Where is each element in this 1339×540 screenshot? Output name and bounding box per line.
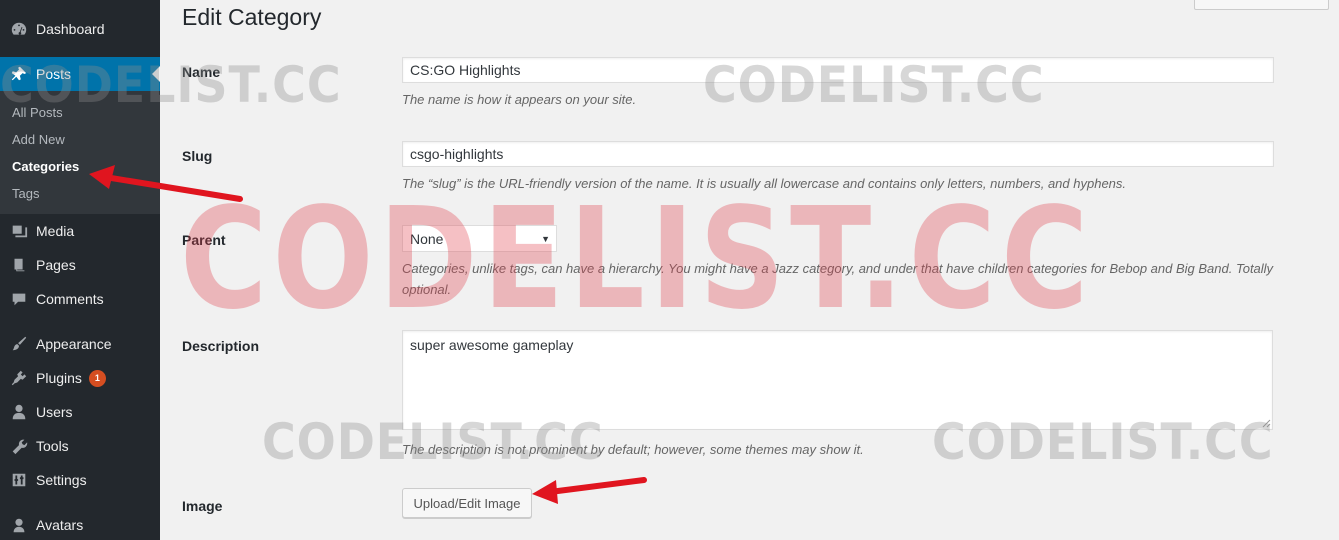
menu-item-media[interactable]: Media <box>0 214 160 248</box>
menu-label-media: Media <box>36 223 75 239</box>
description-textarea[interactable]: super awesome gameplay <box>402 330 1273 430</box>
submenu-categories[interactable]: Categories <box>12 159 79 174</box>
name-help-text: The name is how it appears on your site. <box>402 92 637 107</box>
pushpin-icon <box>9 64 29 84</box>
comment-icon <box>9 289 29 309</box>
page-title: Edit Category <box>182 4 322 30</box>
avatar-icon <box>9 515 29 535</box>
settings-icon <box>9 470 29 490</box>
menu-label-tools: Tools <box>36 438 69 454</box>
menu-label-plugins: Plugins <box>36 370 82 386</box>
description-value: super awesome gameplay <box>410 337 574 353</box>
menu-label-dashboard: Dashboard <box>36 21 105 37</box>
image-label: Image <box>182 498 223 514</box>
name-input[interactable]: CS:GO Highlights <box>402 57 1274 83</box>
menu-item-users[interactable]: Users <box>0 395 160 429</box>
admin-sidebar: Dashboard Posts All Posts Add New Catego… <box>0 0 160 540</box>
screen-options-button[interactable] <box>1194 0 1329 10</box>
active-indicator <box>152 66 160 82</box>
submenu-add-new[interactable]: Add New <box>12 132 65 147</box>
name-label: Name <box>182 64 221 80</box>
description-help-text: The description is not prominent by defa… <box>402 442 864 457</box>
menu-item-avatars[interactable]: Avatars <box>0 508 160 540</box>
user-icon <box>9 402 29 422</box>
menu-item-comments[interactable]: Comments <box>0 282 160 316</box>
description-label: Description <box>182 338 260 354</box>
slug-input[interactable]: csgo-highlights <box>402 141 1274 167</box>
menu-label-users: Users <box>36 404 73 420</box>
resize-grip-icon[interactable] <box>1262 419 1271 428</box>
plugin-icon <box>9 368 29 388</box>
menu-label-posts: Posts <box>36 66 72 82</box>
wrench-icon <box>9 436 29 456</box>
parent-label: Parent <box>182 232 226 248</box>
posts-submenu: All Posts Add New Categories Tags <box>0 91 160 214</box>
menu-label-appearance: Appearance <box>36 336 112 352</box>
parent-select-value: None <box>410 231 444 247</box>
slug-help-text: The “slug” is the URL-friendly version o… <box>402 176 1127 191</box>
parent-select[interactable]: None ▼ <box>402 225 557 252</box>
menu-item-tools[interactable]: Tools <box>0 429 160 463</box>
media-icon <box>9 221 29 241</box>
chevron-down-icon: ▼ <box>541 234 550 244</box>
menu-label-pages: Pages <box>36 257 76 273</box>
menu-item-pages[interactable]: Pages <box>0 248 160 282</box>
pages-icon <box>9 255 29 275</box>
menu-item-posts[interactable]: Posts <box>0 57 160 91</box>
parent-help-text-line1: Categories, unlike tags, can have a hier… <box>402 261 1274 276</box>
paintbrush-icon <box>9 334 29 354</box>
update-count-badge: 1 <box>88 369 106 387</box>
menu-label-avatars: Avatars <box>36 517 84 533</box>
submenu-tags[interactable]: Tags <box>12 186 39 201</box>
menu-item-settings[interactable]: Settings <box>0 463 160 497</box>
menu-label-settings: Settings <box>36 472 87 488</box>
menu-label-comments: Comments <box>36 291 104 307</box>
submenu-all-posts[interactable]: All Posts <box>12 105 63 120</box>
upload-image-button[interactable]: Upload/Edit Image <box>402 488 532 518</box>
dashboard-icon <box>9 19 29 39</box>
menu-item-plugins[interactable]: Plugins 1 <box>0 361 160 395</box>
main-content: Edit Category Name CS:GO Highlights The … <box>160 0 1339 540</box>
slug-label: Slug <box>182 148 213 164</box>
parent-help-text-line2: optional. <box>402 282 452 297</box>
menu-item-appearance[interactable]: Appearance <box>0 327 160 361</box>
menu-item-dashboard[interactable]: Dashboard <box>0 12 160 46</box>
